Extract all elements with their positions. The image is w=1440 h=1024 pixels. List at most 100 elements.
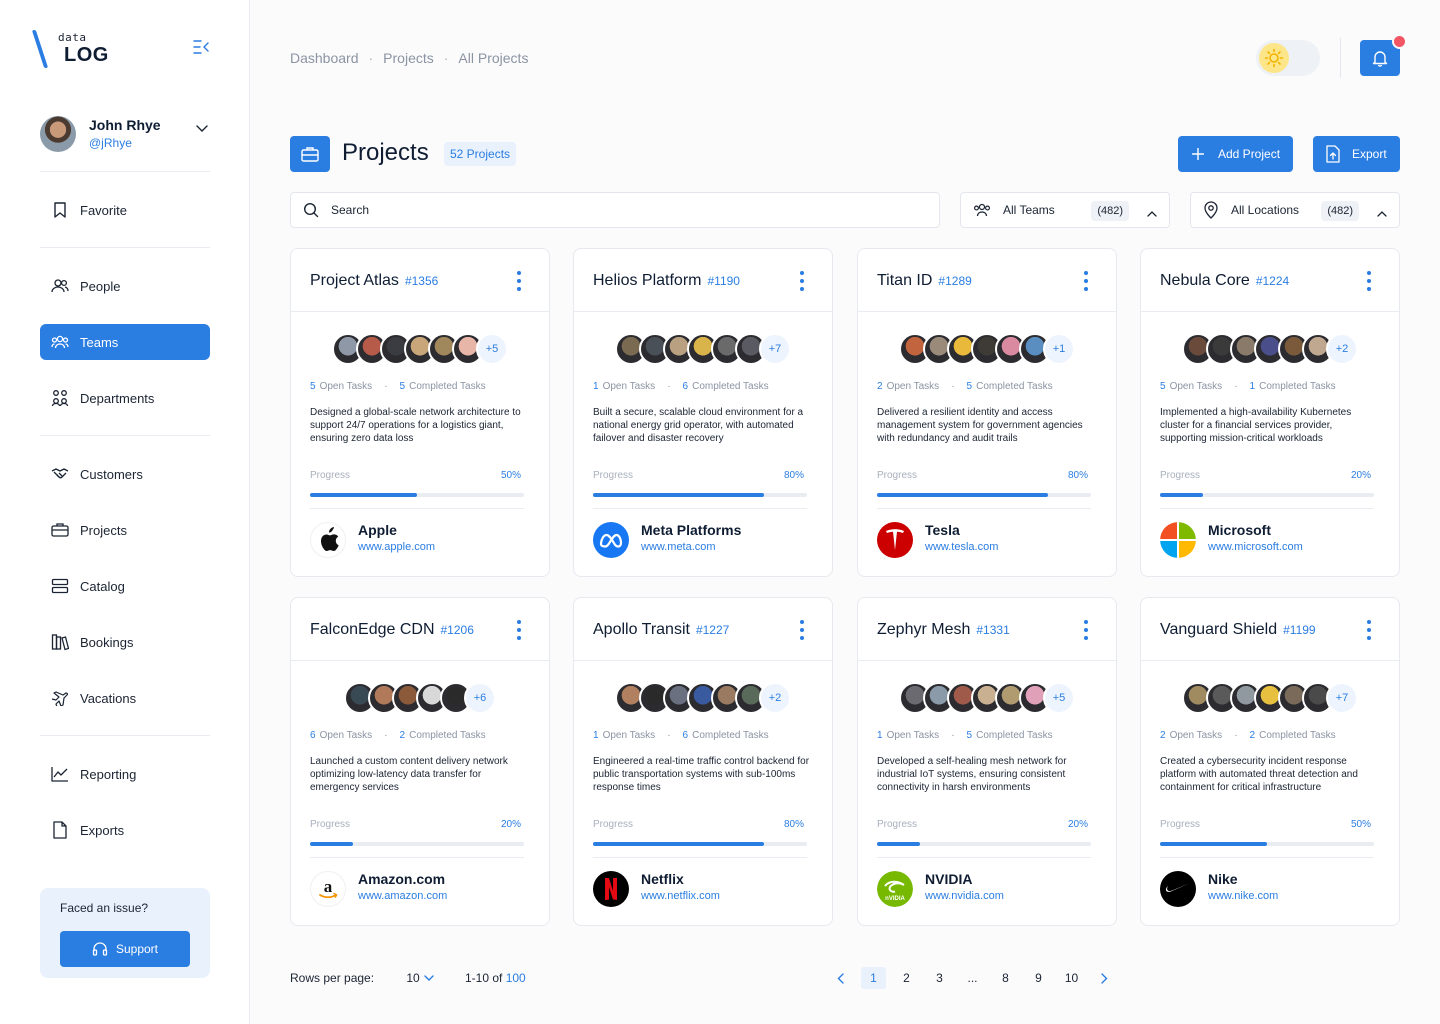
- project-name: Titan ID: [877, 272, 933, 289]
- breadcrumb-dashboard[interactable]: Dashboard: [290, 50, 359, 66]
- project-name: Zephyr Mesh: [877, 621, 971, 638]
- teams-filter[interactable]: All Teams (482): [960, 192, 1170, 228]
- progress-value: 80%: [783, 470, 804, 481]
- more-vertical-icon[interactable]: [796, 620, 808, 640]
- add-project-button[interactable]: Add Project: [1178, 136, 1293, 172]
- pagination: 1 2 3... 8 9 10: [828, 967, 1125, 989]
- progress-bar: [1160, 493, 1374, 497]
- teams-filter-label: All Teams: [1003, 203, 1055, 217]
- more-members-badge[interactable]: +1: [1043, 333, 1075, 365]
- rows-per-page-select[interactable]: 10: [398, 964, 442, 992]
- client-url-link[interactable]: www.amazon.com: [358, 890, 447, 902]
- more-vertical-icon[interactable]: [1080, 271, 1092, 291]
- sidebar-divider: [40, 435, 210, 436]
- sidebar-item-people[interactable]: People: [40, 268, 210, 304]
- project-card[interactable]: Project Atlas #1356 +5 5 Open Tasks · 5 Compl…: [290, 248, 550, 577]
- page-button[interactable]: 1: [861, 967, 886, 989]
- client-url-link[interactable]: www.apple.com: [358, 541, 435, 553]
- client-url-link[interactable]: www.nike.com: [1208, 890, 1278, 902]
- prev-page-icon[interactable]: [828, 967, 853, 989]
- app-logo[interactable]: data LOG: [31, 28, 118, 68]
- client-name: Apple: [358, 522, 397, 538]
- client-url-link[interactable]: www.meta.com: [641, 541, 716, 553]
- project-name: Nebula Core: [1160, 272, 1250, 289]
- sidebar-item-bookings[interactable]: Bookings: [40, 624, 210, 660]
- locations-filter[interactable]: All Locations (482): [1190, 192, 1400, 228]
- sidebar-item-vacations[interactable]: Vacations: [40, 680, 210, 716]
- help-box: Faced an issue? Support: [40, 888, 210, 978]
- page-button[interactable]: 3: [927, 967, 952, 989]
- export-button[interactable]: Export: [1313, 136, 1400, 172]
- open-tasks-count: 2: [877, 381, 883, 392]
- sidebar-item-catalog[interactable]: Catalog: [40, 568, 210, 604]
- sidebar-item-exports[interactable]: Exports: [40, 812, 210, 848]
- project-card[interactable]: Apollo Transit #1227 +2 1 Open Tasks · 6 Comp…: [573, 597, 833, 926]
- page-button[interactable]: 9: [1026, 967, 1051, 989]
- project-title: Project Atlas #1356: [310, 272, 438, 290]
- support-button[interactable]: Support: [60, 931, 190, 967]
- search-input[interactable]: [331, 203, 891, 217]
- more-vertical-icon[interactable]: [1080, 620, 1092, 640]
- member-avatars: +2: [574, 682, 832, 714]
- more-vertical-icon[interactable]: [796, 271, 808, 291]
- client-url-link[interactable]: www.tesla.com: [925, 541, 998, 553]
- project-card[interactable]: Helios Platform #1190 +7 1 Open Tasks · 6 Com…: [573, 248, 833, 577]
- client-url-link[interactable]: www.netflix.com: [641, 890, 720, 902]
- more-members-badge[interactable]: +2: [759, 682, 791, 714]
- progress-value: 50%: [1350, 819, 1371, 830]
- sidebar-item-projects[interactable]: Projects: [40, 512, 210, 548]
- project-card[interactable]: Zephyr Mesh #1331 +5 1 Open Tasks · 5 Complet…: [857, 597, 1117, 926]
- project-name: Vanguard Shield: [1160, 621, 1278, 638]
- project-card[interactable]: Titan ID #1289 +1 2 Open Tasks · 5 Completed …: [857, 248, 1117, 577]
- project-card[interactable]: Nebula Core #1224 +2 5 Open Tasks · 1 Complet…: [1140, 248, 1400, 577]
- header-divider: [1340, 38, 1341, 78]
- project-name: FalconEdge CDN: [310, 621, 435, 638]
- card-divider: [310, 857, 524, 858]
- breadcrumb-all-projects[interactable]: All Projects: [458, 50, 528, 66]
- progress-value: 80%: [783, 819, 804, 830]
- sidebar-item-customers[interactable]: Customers: [40, 456, 210, 492]
- member-avatars: +5: [858, 682, 1116, 714]
- next-page-icon[interactable]: [1092, 967, 1117, 989]
- theme-toggle[interactable]: [1256, 40, 1320, 76]
- more-members-badge[interactable]: +5: [1043, 682, 1075, 714]
- more-vertical-icon[interactable]: [513, 271, 525, 291]
- client-name: Nike: [1208, 871, 1238, 887]
- chart-line-icon: [51, 765, 69, 783]
- sidebar-item-teams[interactable]: Teams: [40, 324, 210, 360]
- completed-tasks-count: 5: [399, 381, 406, 392]
- more-members-badge[interactable]: +2: [1326, 333, 1358, 365]
- collapse-sidebar-icon[interactable]: [192, 38, 212, 56]
- project-card[interactable]: Vanguard Shield #1199 +7 2 Open Tasks · 2 Com…: [1140, 597, 1400, 926]
- more-vertical-icon[interactable]: [1363, 620, 1375, 640]
- client-url-link[interactable]: www.microsoft.com: [1208, 541, 1303, 553]
- card-header: Zephyr Mesh #1331: [858, 598, 1116, 661]
- completed-tasks-count: 5: [966, 730, 973, 741]
- sidebar-item-reporting[interactable]: Reporting: [40, 756, 210, 792]
- project-id: #1190: [707, 274, 740, 288]
- more-members-badge[interactable]: +7: [759, 333, 791, 365]
- page-button[interactable]: 10: [1059, 967, 1084, 989]
- more-vertical-icon[interactable]: [1363, 271, 1375, 291]
- page-button[interactable]: 2: [894, 967, 919, 989]
- client-url-link[interactable]: www.nvidia.com: [925, 890, 1004, 902]
- more-members-badge[interactable]: +5: [476, 333, 508, 365]
- range-total[interactable]: 100: [506, 971, 526, 985]
- breadcrumb-projects[interactable]: Projects: [383, 50, 434, 66]
- bell-icon: [1372, 51, 1388, 67]
- open-tasks-count: 1: [593, 730, 599, 741]
- project-card[interactable]: FalconEdge CDN #1206 +6 6 Open Tasks · 2 Comp…: [290, 597, 550, 926]
- more-vertical-icon[interactable]: [513, 620, 525, 640]
- project-name: Helios Platform: [593, 272, 702, 289]
- sidebar-item-departments[interactable]: Departments: [40, 380, 210, 416]
- user-menu[interactable]: John Rhye @jRhye: [40, 116, 212, 152]
- open-tasks-label: Open Tasks: [886, 381, 940, 392]
- project-description: Implemented a high-availability Kubernet…: [1160, 407, 1352, 444]
- completed-tasks-count: 6: [682, 730, 689, 741]
- chevron-up-icon: [1377, 204, 1387, 222]
- more-members-badge[interactable]: +6: [464, 682, 496, 714]
- more-members-badge[interactable]: +7: [1326, 682, 1358, 714]
- client-name: Amazon.com: [358, 871, 446, 887]
- page-button[interactable]: 8: [993, 967, 1018, 989]
- sidebar-item-favorite[interactable]: Favorite: [40, 192, 210, 228]
